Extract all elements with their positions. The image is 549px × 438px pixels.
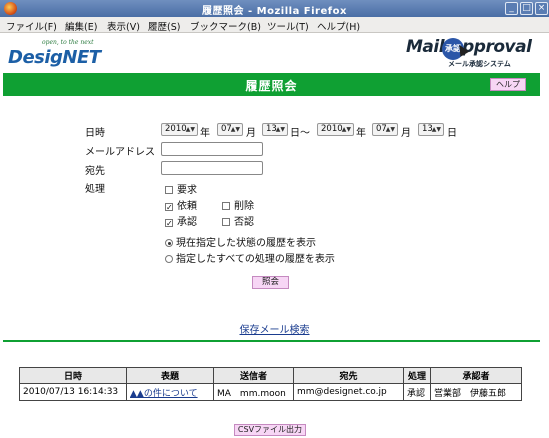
checkbox-approve[interactable]: ✓ 承認 — [165, 213, 197, 228]
title-band: 履歴照会 — [3, 73, 540, 96]
checkbox-box: ✓ — [165, 203, 173, 212]
radio-all-label: 指定したすべての処理の履歴を表示 — [176, 254, 335, 265]
page-title: 履歴照会 — [245, 79, 298, 93]
mail-approval-logo: Mail Approval 承認 メール承認システム — [404, 37, 544, 71]
designet-logo: open, to the next DesigNET — [6, 39, 136, 69]
menu-help[interactable]: ヘルプ(H) — [317, 19, 360, 33]
menu-file[interactable]: ファイル(F) — [6, 19, 57, 33]
checkbox-reject-label: 否認 — [234, 217, 254, 228]
col-recipient: 宛先 — [293, 367, 404, 384]
logo-tagline: open, to the next — [42, 39, 94, 46]
cell-recipient: mm@designet.co.jp — [293, 383, 404, 401]
divider — [3, 340, 540, 342]
menu-bookmarks[interactable]: ブックマーク(B) — [190, 19, 261, 33]
unit-year: 年 — [356, 128, 366, 139]
maximize-button[interactable]: □ — [520, 2, 533, 15]
radio-all-processes[interactable]: 指定したすべての処理の履歴を表示 — [165, 250, 335, 265]
recipient-label: 宛先 — [85, 166, 105, 177]
cell-subject: ▲▲の件について — [126, 383, 214, 401]
spinner-icon: ▲▼ — [385, 126, 395, 133]
unit-year: 年 — [200, 128, 210, 139]
from-year-value: 2010 — [165, 124, 187, 134]
radio-dot — [165, 255, 173, 263]
window-title: 履歴照会 - Mozilla Firefox — [202, 6, 347, 17]
saved-mail-search-link[interactable]: 保存メール検索 — [0, 321, 549, 336]
checkbox-reject[interactable]: 否認 — [222, 213, 254, 228]
radio-current-label: 現在指定した状態の履歴を表示 — [176, 238, 316, 249]
checkbox-asked[interactable]: ✓ 依頼 — [165, 197, 197, 212]
results-table: 日時 表題 送信者 宛先 処理 承認者 2010/07/13 16:14:33 … — [19, 367, 522, 401]
radio-dot — [165, 239, 173, 247]
radio-current-state[interactable]: 現在指定した状態の履歴を表示 — [165, 234, 316, 249]
checkbox-asked-label: 依頼 — [177, 201, 197, 212]
menu-bar: ファイル(F) 編集(E) 表示(V) 履歴(S) ブックマーク(B) ツール(… — [0, 17, 549, 33]
product-name: Mail Approval — [406, 37, 532, 57]
checkbox-request-label: 要求 — [177, 185, 197, 196]
product-subtitle: メール承認システム — [448, 60, 511, 68]
window-titlebar: 履歴照会 - Mozilla Firefox _ □ × — [0, 0, 549, 17]
checkbox-box — [222, 218, 230, 226]
checkbox-delete-label: 削除 — [234, 201, 254, 212]
spinner-icon: ▲▼ — [185, 126, 195, 133]
from-month-select[interactable]: 07 ▲▼ — [217, 123, 243, 136]
close-button[interactable]: × — [535, 2, 548, 15]
unit-day-range: 日～ — [290, 128, 310, 139]
checkbox-box — [222, 202, 230, 210]
cell-sender: MA mm.moon — [213, 383, 294, 401]
subject-link[interactable]: ▲▲の件について — [130, 389, 198, 399]
minimize-button[interactable]: _ — [505, 2, 518, 15]
table-header-row: 日時 表題 送信者 宛先 処理 承認者 — [19, 367, 522, 384]
datetime-label: 日時 — [85, 128, 105, 139]
unit-month: 月 — [401, 128, 411, 139]
cell-datetime: 2010/07/13 16:14:33 — [19, 383, 127, 401]
table-row: 2010/07/13 16:14:33 ▲▲の件について MA mm.moon … — [19, 383, 522, 401]
from-day-select[interactable]: 13 ▲▼ — [262, 123, 288, 136]
spinner-icon: ▲▼ — [230, 126, 240, 133]
query-button[interactable]: 照会 — [252, 276, 289, 289]
menu-view[interactable]: 表示(V) — [107, 19, 140, 33]
mail-address-input[interactable] — [161, 142, 263, 156]
checkbox-box — [165, 186, 173, 194]
to-month-select[interactable]: 07 ▲▼ — [372, 123, 398, 136]
menu-edit[interactable]: 編集(E) — [65, 19, 97, 33]
spinner-icon: ▲▼ — [275, 126, 285, 133]
cell-process: 承認 — [403, 383, 431, 401]
to-day-select[interactable]: 13 ▲▼ — [418, 123, 444, 136]
menu-tools[interactable]: ツール(T) — [267, 19, 309, 33]
checkbox-request[interactable]: 要求 — [165, 181, 197, 196]
help-button[interactable]: ヘルプ — [490, 78, 526, 91]
spinner-icon: ▲▼ — [341, 126, 351, 133]
col-subject: 表題 — [126, 367, 214, 384]
unit-day: 日 — [447, 128, 457, 139]
from-year-select[interactable]: 2010 ▲▼ — [161, 123, 198, 136]
col-process: 処理 — [403, 367, 431, 384]
col-approver: 承認者 — [430, 367, 522, 384]
checkbox-delete[interactable]: 削除 — [222, 197, 254, 212]
csv-export-button[interactable]: CSVファイル出力 — [234, 424, 306, 436]
col-sender: 送信者 — [213, 367, 294, 384]
logo-name: DesigNET — [8, 47, 101, 68]
mail-address-label: メールアドレス — [85, 147, 155, 158]
to-year-value: 2010 — [321, 124, 343, 134]
unit-month: 月 — [246, 128, 256, 139]
menu-history[interactable]: 履歴(S) — [148, 19, 180, 33]
checkbox-box: ✓ — [165, 219, 173, 228]
to-year-select[interactable]: 2010 ▲▼ — [317, 123, 354, 136]
spinner-icon: ▲▼ — [431, 126, 441, 133]
recipient-input[interactable] — [161, 161, 263, 175]
cell-approver: 営業部 伊藤五郎 — [430, 383, 522, 401]
checkbox-approve-label: 承認 — [177, 217, 197, 228]
col-datetime: 日時 — [19, 367, 127, 384]
process-label: 処理 — [85, 184, 105, 195]
